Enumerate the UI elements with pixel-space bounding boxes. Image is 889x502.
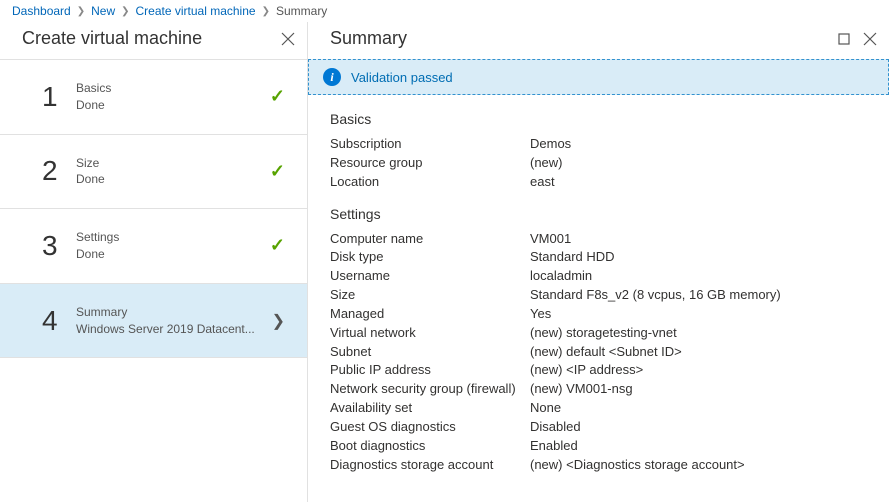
summary-body: Basics SubscriptionDemos Resource group(… <box>308 111 889 481</box>
wizard-step-size[interactable]: 2 Size Done ✓ <box>0 135 307 210</box>
step-status: Windows Server 2019 Datacent... <box>76 321 272 338</box>
kv-row: Network security group (firewall)(new) V… <box>330 380 867 399</box>
kv-row: Public IP address(new) <IP address> <box>330 361 867 380</box>
kv-val: Disabled <box>530 418 581 437</box>
kv-val: localadmin <box>530 267 592 286</box>
step-number: 4 <box>42 305 76 337</box>
wizard-steps: 1 Basics Done ✓ 2 Size Done ✓ 3 Settings <box>0 59 307 358</box>
kv-val: east <box>530 173 555 192</box>
breadcrumb-current: Summary <box>276 4 327 18</box>
check-icon: ✓ <box>270 235 285 256</box>
kv-row: Guest OS diagnosticsDisabled <box>330 418 867 437</box>
kv-key: Network security group (firewall) <box>330 380 530 399</box>
chevron-right-icon: ❯ <box>262 6 270 17</box>
close-icon[interactable] <box>863 32 877 46</box>
kv-val: (new) <Diagnostics storage account> <box>530 456 745 475</box>
wizard-step-settings[interactable]: 3 Settings Done ✓ <box>0 209 307 284</box>
kv-val: Enabled <box>530 437 578 456</box>
check-icon: ✓ <box>270 86 285 107</box>
step-label: Settings <box>76 229 270 246</box>
kv-row: Disk typeStandard HDD <box>330 248 867 267</box>
kv-val: Yes <box>530 305 551 324</box>
kv-key: Username <box>330 267 530 286</box>
summary-title: Summary <box>330 28 407 49</box>
step-label: Basics <box>76 80 270 97</box>
step-number: 3 <box>42 230 76 262</box>
check-icon: ✓ <box>270 161 285 182</box>
kv-row: Computer nameVM001 <box>330 230 867 249</box>
kv-key: Diagnostics storage account <box>330 456 530 475</box>
kv-val: Standard F8s_v2 (8 vcpus, 16 GB memory) <box>530 286 781 305</box>
kv-val: VM001 <box>530 230 571 249</box>
step-status: Done <box>76 97 270 114</box>
kv-val: (new) <IP address> <box>530 361 643 380</box>
summary-panel: Summary i Validation passed Basics Subsc… <box>308 22 889 502</box>
kv-row: ManagedYes <box>330 305 867 324</box>
kv-key: Availability set <box>330 399 530 418</box>
chevron-right-icon: ❯ <box>77 6 85 17</box>
kv-val: (new) <box>530 154 563 173</box>
breadcrumb-new[interactable]: New <box>91 4 115 18</box>
kv-key: Virtual network <box>330 324 530 343</box>
kv-row: SizeStandard F8s_v2 (8 vcpus, 16 GB memo… <box>330 286 867 305</box>
kv-row: Subnet(new) default <Subnet ID> <box>330 343 867 362</box>
kv-row: Resource group(new) <box>330 154 867 173</box>
section-settings-title: Settings <box>330 206 867 222</box>
kv-row: Usernamelocaladmin <box>330 267 867 286</box>
step-status: Done <box>76 171 270 188</box>
close-icon[interactable] <box>281 32 295 46</box>
step-number: 1 <box>42 81 76 113</box>
step-status: Done <box>76 246 270 263</box>
step-label: Size <box>76 155 270 172</box>
kv-key: Disk type <box>330 248 530 267</box>
kv-key: Subscription <box>330 135 530 154</box>
kv-key: Guest OS diagnostics <box>330 418 530 437</box>
kv-key: Resource group <box>330 154 530 173</box>
kv-key: Size <box>330 286 530 305</box>
step-number: 2 <box>42 155 76 187</box>
chevron-right-icon: ❯ <box>121 6 129 17</box>
kv-key: Public IP address <box>330 361 530 380</box>
chevron-right-icon: ❯ <box>272 311 285 331</box>
kv-key: Boot diagnostics <box>330 437 530 456</box>
wizard-step-summary[interactable]: 4 Summary Windows Server 2019 Datacent..… <box>0 284 307 359</box>
breadcrumb: Dashboard ❯ New ❯ Create virtual machine… <box>0 0 889 22</box>
kv-row: Diagnostics storage account(new) <Diagno… <box>330 456 867 475</box>
breadcrumb-create-vm[interactable]: Create virtual machine <box>136 4 256 18</box>
info-icon: i <box>323 68 341 86</box>
kv-val: None <box>530 399 561 418</box>
kv-val: (new) VM001-nsg <box>530 380 633 399</box>
kv-key: Location <box>330 173 530 192</box>
wizard-step-basics[interactable]: 1 Basics Done ✓ <box>0 60 307 135</box>
validation-banner: i Validation passed <box>308 59 889 95</box>
kv-val: (new) storagetesting-vnet <box>530 324 677 343</box>
kv-val: Standard HDD <box>530 248 615 267</box>
kv-val: Demos <box>530 135 571 154</box>
section-basics-title: Basics <box>330 111 867 127</box>
wizard-title: Create virtual machine <box>22 28 202 49</box>
kv-row: Boot diagnosticsEnabled <box>330 437 867 456</box>
validation-text: Validation passed <box>351 70 453 85</box>
kv-key: Managed <box>330 305 530 324</box>
kv-key: Subnet <box>330 343 530 362</box>
breadcrumb-dashboard[interactable]: Dashboard <box>12 4 71 18</box>
kv-row: SubscriptionDemos <box>330 135 867 154</box>
kv-row: Availability setNone <box>330 399 867 418</box>
kv-key: Computer name <box>330 230 530 249</box>
maximize-icon[interactable] <box>837 32 851 46</box>
settings-rows: Computer nameVM001 Disk typeStandard HDD… <box>330 230 867 475</box>
kv-row: Virtual network(new) storagetesting-vnet <box>330 324 867 343</box>
basics-rows: SubscriptionDemos Resource group(new) Lo… <box>330 135 867 192</box>
step-label: Summary <box>76 304 272 321</box>
wizard-panel: Create virtual machine 1 Basics Done ✓ 2… <box>0 22 308 502</box>
kv-row: Locationeast <box>330 173 867 192</box>
kv-val: (new) default <Subnet ID> <box>530 343 682 362</box>
